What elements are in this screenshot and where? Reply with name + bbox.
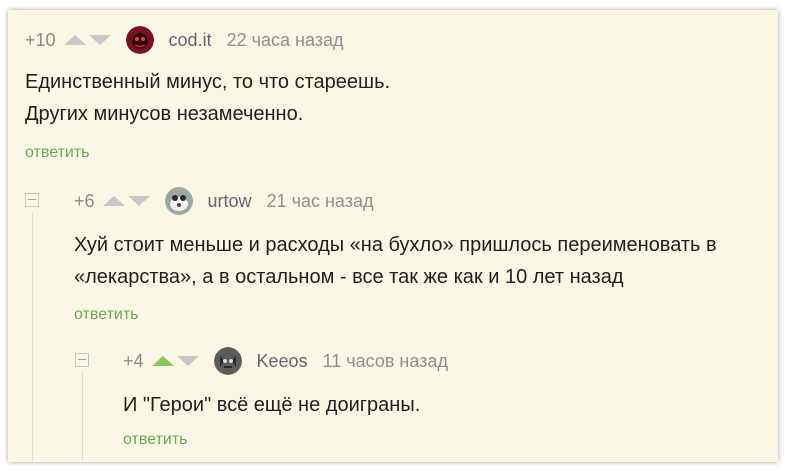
comment-header: +6 urtow 21 час назад [74, 186, 373, 216]
comment-rating: +10 [25, 29, 56, 50]
comment-text: И "Герои" всё ещё не доиграны. [123, 389, 420, 421]
reply-link[interactable]: ответить [123, 431, 188, 449]
username[interactable]: Keeos [257, 351, 308, 372]
timestamp: 11 часов назад [322, 350, 448, 371]
collapse-thread-button[interactable] [25, 193, 39, 207]
comment-line: Хуй стоит меньше и расходы «на бухло» пр… [74, 234, 717, 256]
username[interactable]: cod.it [169, 30, 212, 51]
comments-panel: +10 cod.it 22 часа назад Единственный ми… [8, 10, 778, 462]
comment-line: И "Герои" всё ещё не доиграны. [123, 394, 421, 416]
avatar[interactable] [213, 347, 242, 375]
upvote-icon[interactable] [102, 196, 125, 206]
reply-link[interactable]: ответить [74, 306, 139, 324]
avatar[interactable] [164, 187, 193, 215]
upvote-icon[interactable] [63, 35, 86, 45]
comment-line: Других минусов незамеченно. [25, 103, 304, 125]
comment-rating: +4 [123, 350, 144, 371]
thread-line[interactable] [32, 213, 33, 462]
thread-line[interactable] [82, 372, 83, 462]
comment-text: Хуй стоит меньше и расходы «на бухло» пр… [74, 229, 717, 293]
comment-line: Единственный минус, то что стареешь. [25, 71, 391, 93]
timestamp: 21 час назад [266, 190, 374, 211]
avatar[interactable] [125, 26, 154, 54]
downvote-icon[interactable] [88, 35, 111, 45]
comment-header: +10 cod.it 22 часа назад [25, 25, 344, 55]
comment-header: +4 Keeos 11 часов назад [123, 346, 448, 376]
downvote-icon[interactable] [127, 196, 150, 206]
upvote-icon[interactable] [151, 356, 174, 366]
comment-text: Единственный минус, то что стареешь. Дру… [25, 66, 390, 130]
reply-link[interactable]: ответить [25, 144, 90, 162]
timestamp: 22 часа назад [226, 29, 344, 50]
comment-line: «лекарства», а в остальном - все так же … [74, 266, 624, 288]
username[interactable]: urtow [208, 191, 252, 212]
comment-rating: +6 [74, 190, 95, 211]
downvote-icon[interactable] [176, 356, 199, 366]
collapse-thread-button[interactable] [75, 353, 89, 367]
